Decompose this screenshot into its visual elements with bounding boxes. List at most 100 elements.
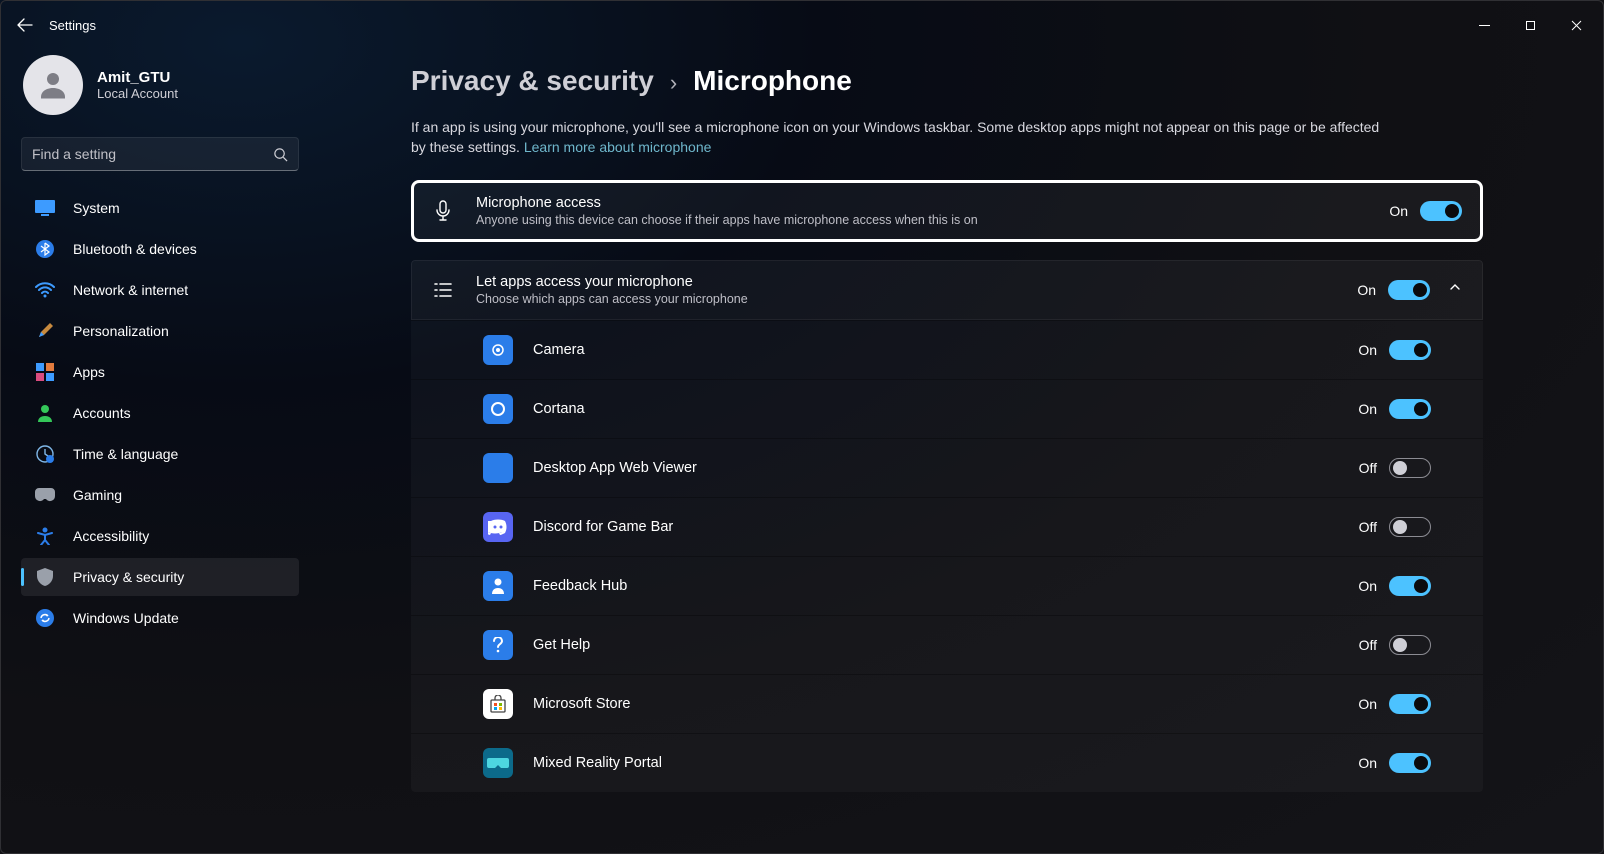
sidebar-item-accounts[interactable]: Accounts <box>21 394 299 432</box>
app-row: Cortana On <box>411 379 1483 438</box>
page-title: Microphone <box>693 65 852 97</box>
arrow-left-icon <box>17 17 33 33</box>
sidebar-item-label: Bluetooth & devices <box>73 241 197 257</box>
breadcrumb-parent[interactable]: Privacy & security <box>411 65 654 97</box>
maximize-icon <box>1525 20 1536 31</box>
person-icon <box>35 67 71 103</box>
update-icon <box>33 606 57 630</box>
app-toggle[interactable] <box>1389 458 1431 478</box>
app-row: Desktop App Web Viewer Off <box>411 438 1483 497</box>
let-apps-state: On <box>1357 282 1376 298</box>
app-state: On <box>1358 696 1377 712</box>
window-title: Settings <box>49 18 96 33</box>
app-icon <box>483 571 513 601</box>
let-apps-toggle[interactable] <box>1388 280 1430 300</box>
chevron-up-icon[interactable] <box>1448 280 1462 299</box>
sidebar-item-apps[interactable]: Apps <box>21 353 299 391</box>
sidebar-item-label: Time & language <box>73 446 178 462</box>
app-name: Microsoft Store <box>533 696 631 712</box>
sidebar-item-time-language[interactable]: Time & language <box>21 435 299 473</box>
sidebar-item-system[interactable]: System <box>21 189 299 227</box>
sidebar-item-network[interactable]: Network & internet <box>21 271 299 309</box>
minimize-icon <box>1479 20 1490 31</box>
app-name: Feedback Hub <box>533 578 627 594</box>
app-toggle[interactable] <box>1389 576 1431 596</box>
app-name: Desktop App Web Viewer <box>533 460 697 476</box>
apps-icon <box>33 360 57 384</box>
app-name: Cortana <box>533 401 585 417</box>
titlebar: Settings <box>1 1 1603 49</box>
window-controls <box>1461 9 1599 41</box>
app-name: Camera <box>533 342 585 358</box>
app-row: Discord for Game BarOff <box>411 497 1483 556</box>
microphone-icon <box>432 200 454 222</box>
app-row: Mixed Reality Portal On <box>411 733 1483 792</box>
sidebar-item-personalization[interactable]: Personalization <box>21 312 299 350</box>
app-toggle[interactable] <box>1389 399 1431 419</box>
apps-list: Let apps access your microphone Choose w… <box>411 260 1483 792</box>
let-apps-title: Let apps access your microphone <box>476 274 748 290</box>
mic-access-title: Microphone access <box>476 195 978 211</box>
avatar <box>23 55 83 115</box>
content: Privacy & security › Microphone If an ap… <box>311 49 1603 853</box>
app-toggle[interactable] <box>1389 635 1431 655</box>
maximize-button[interactable] <box>1507 9 1553 41</box>
app-icon <box>483 689 513 719</box>
back-button[interactable] <box>5 5 45 45</box>
app-icon <box>483 748 513 778</box>
app-row: Feedback HubOn <box>411 556 1483 615</box>
sidebar-item-bluetooth[interactable]: Bluetooth & devices <box>21 230 299 268</box>
mic-access-toggle[interactable] <box>1420 201 1462 221</box>
app-icon <box>483 512 513 542</box>
user-subtitle: Local Account <box>97 86 178 101</box>
profile-block[interactable]: Amit_GTU Local Account <box>21 49 299 133</box>
sidebar-item-privacy-security[interactable]: Privacy & security <box>21 558 299 596</box>
app-name: Mixed Reality Portal <box>533 755 662 771</box>
sidebar-item-label: Accounts <box>73 405 131 421</box>
sidebar-item-label: Apps <box>73 364 105 380</box>
app-icon <box>483 630 513 660</box>
app-toggle[interactable] <box>1389 340 1431 360</box>
sidebar-item-label: Privacy & security <box>73 569 184 585</box>
bluetooth-icon <box>33 237 57 261</box>
close-button[interactable] <box>1553 9 1599 41</box>
close-icon <box>1571 20 1582 31</box>
app-icon <box>483 394 513 424</box>
sidebar-item-label: Accessibility <box>73 528 149 544</box>
sidebar-item-label: System <box>73 200 120 216</box>
let-apps-subtitle: Choose which apps can access your microp… <box>476 292 748 306</box>
gamepad-icon <box>33 483 57 507</box>
mic-access-subtitle: Anyone using this device can choose if t… <box>476 213 978 227</box>
brush-icon <box>33 319 57 343</box>
list-icon <box>432 279 454 301</box>
app-name: Discord for Game Bar <box>533 519 673 535</box>
let-apps-access-card[interactable]: Let apps access your microphone Choose w… <box>411 260 1483 320</box>
sidebar-item-label: Network & internet <box>73 282 188 298</box>
app-state: Off <box>1359 460 1377 476</box>
sidebar-item-label: Windows Update <box>73 610 179 626</box>
app-toggle[interactable] <box>1389 517 1431 537</box>
sidebar: Amit_GTU Local Account System Bluetooth … <box>1 49 311 853</box>
search-box[interactable] <box>21 137 299 171</box>
nav-list: System Bluetooth & devices Network & int… <box>21 189 299 637</box>
shield-icon <box>33 565 57 589</box>
intro-text: If an app is using your microphone, you'… <box>411 117 1391 158</box>
search-input[interactable] <box>32 146 273 162</box>
app-toggle[interactable] <box>1389 694 1431 714</box>
sidebar-item-windows-update[interactable]: Windows Update <box>21 599 299 637</box>
app-row: Get HelpOff <box>411 615 1483 674</box>
chevron-right-icon: › <box>670 70 677 96</box>
app-state: On <box>1358 401 1377 417</box>
app-toggle[interactable] <box>1389 753 1431 773</box>
app-state: On <box>1358 755 1377 771</box>
sidebar-item-label: Gaming <box>73 487 122 503</box>
app-icon <box>483 335 513 365</box>
search-icon <box>273 147 288 162</box>
clock-globe-icon <box>33 442 57 466</box>
wifi-icon <box>33 278 57 302</box>
sidebar-item-accessibility[interactable]: Accessibility <box>21 517 299 555</box>
minimize-button[interactable] <box>1461 9 1507 41</box>
learn-more-link[interactable]: Learn more about microphone <box>524 139 712 155</box>
sidebar-item-gaming[interactable]: Gaming <box>21 476 299 514</box>
microphone-access-card[interactable]: Microphone access Anyone using this devi… <box>411 180 1483 242</box>
